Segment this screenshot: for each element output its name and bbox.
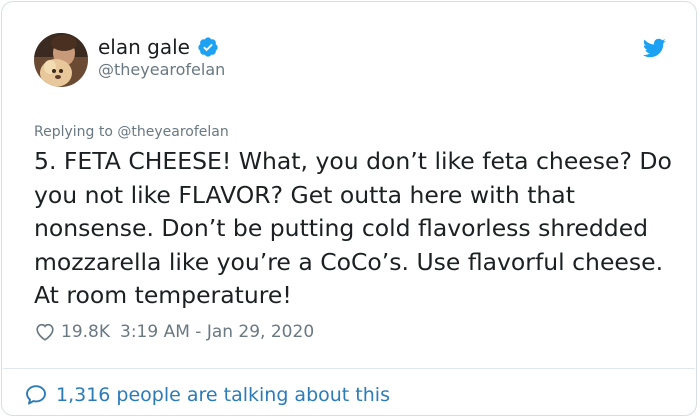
twitter-bird-icon[interactable] bbox=[642, 36, 666, 60]
tweet-timestamp[interactable]: 3:19 AM - Jan 29, 2020 bbox=[120, 320, 314, 344]
author-name-row[interactable]: elan gale bbox=[98, 34, 219, 60]
conversation-count-text[interactable]: 1,316 people are talking about this bbox=[56, 382, 390, 408]
author-handle[interactable]: @theyearofelan bbox=[98, 60, 225, 80]
tweet-card: elan gale @theyearofelan Replying to @th… bbox=[1, 1, 697, 416]
tweet-meta: 19.8K 3:19 AM - Jan 29, 2020 bbox=[34, 320, 314, 344]
avatar-image bbox=[34, 33, 88, 87]
verified-badge-icon bbox=[197, 36, 219, 58]
tweet-text: 5. FETA CHEESE! What, you don’t like fet… bbox=[34, 147, 672, 309]
divider bbox=[3, 368, 695, 369]
like-count[interactable]: 19.8K bbox=[61, 320, 110, 344]
avatar[interactable] bbox=[34, 33, 88, 87]
reply-context[interactable]: Replying to @theyearofelan bbox=[34, 123, 229, 141]
conversation-link[interactable]: 1,316 people are talking about this bbox=[24, 382, 390, 408]
speech-bubble-icon bbox=[24, 383, 48, 407]
heart-icon[interactable] bbox=[34, 321, 56, 343]
author-display-name[interactable]: elan gale bbox=[98, 34, 190, 60]
